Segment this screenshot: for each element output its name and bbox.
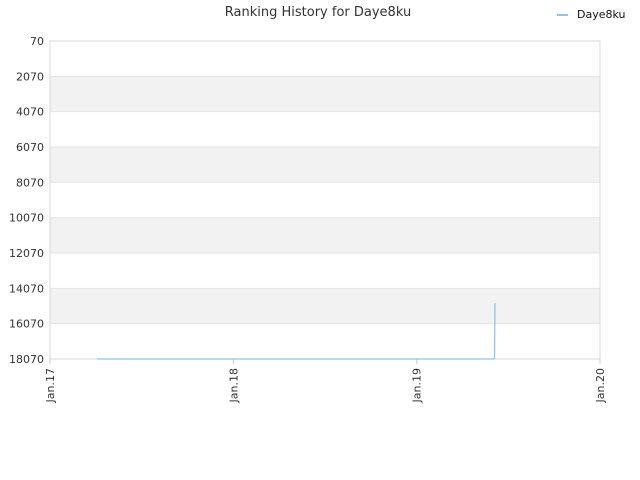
y-tick-label: 4070 [16, 106, 44, 119]
grid-band [50, 147, 600, 183]
grid-band [50, 217, 600, 253]
x-tick-label: Jan.20 [594, 368, 607, 403]
y-tick-label: 8070 [16, 176, 44, 189]
y-tick-label: 12070 [9, 247, 44, 260]
chart-legend[interactable]: Daye8ku [557, 8, 626, 21]
legend-label: Daye8ku [577, 8, 626, 21]
y-tick-label: 6070 [16, 141, 44, 154]
x-axis-ticks: Jan.17 Jan.18 Jan.19 Jan.20 [44, 359, 607, 403]
y-tick-label: 2070 [16, 70, 44, 83]
ranking-chart: Ranking History for Daye8ku 70 2070 4070 60… [9, 5, 626, 403]
y-tick-label: 16070 [9, 318, 44, 331]
chart-bands [50, 76, 600, 324]
y-tick-label: 70 [30, 35, 44, 48]
x-tick-label: Jan.17 [44, 368, 57, 403]
y-tick-label: 14070 [9, 282, 44, 295]
y-tick-label: 18070 [9, 353, 44, 366]
x-tick-label: Jan.19 [411, 368, 424, 403]
chart-title: Ranking History for Daye8ku [225, 5, 411, 20]
grid-band [50, 288, 600, 324]
grid-band [50, 76, 600, 112]
y-axis-ticks: 70 2070 4070 6070 8070 10070 12070 14070 16070 18… [9, 35, 44, 366]
y-tick-label: 10070 [9, 212, 44, 225]
x-tick-label: Jan.18 [227, 368, 240, 403]
